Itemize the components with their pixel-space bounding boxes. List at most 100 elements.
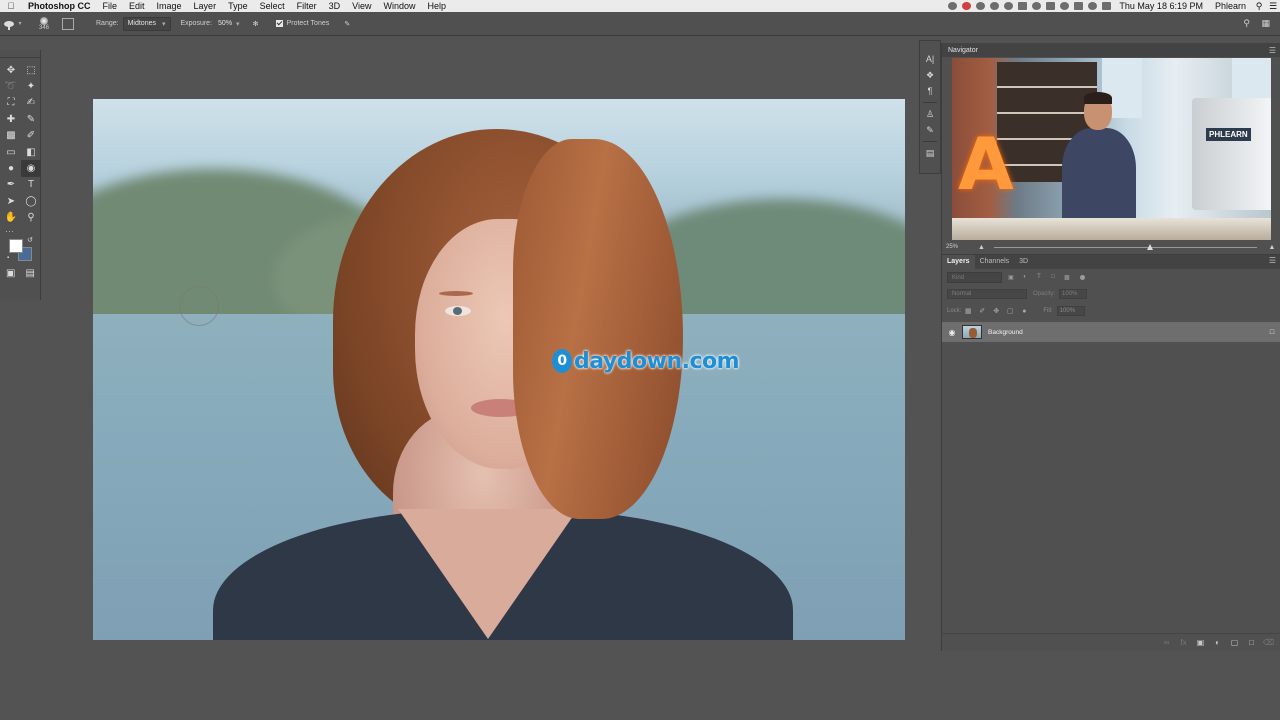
menu-window[interactable]: Window bbox=[377, 0, 421, 12]
lock-pixels-icon[interactable]: ✐ bbox=[975, 307, 989, 315]
add-mask-icon[interactable]: ▣ bbox=[1192, 638, 1209, 647]
brush-tool-icon[interactable]: ✎ bbox=[21, 111, 41, 127]
move-tool-icon[interactable]: ✥ bbox=[1, 62, 21, 78]
exposure-slider-chevron-icon[interactable]: ▾ bbox=[236, 20, 240, 28]
tool-preset-picker[interactable]: ▾ bbox=[0, 15, 26, 33]
time-machine-icon[interactable] bbox=[1031, 2, 1041, 10]
layer-row-background[interactable]: ◉ Background □ bbox=[942, 322, 1280, 342]
magic-wand-tool-icon[interactable]: ✦ bbox=[21, 78, 41, 94]
path-selection-tool-icon[interactable]: ➤ bbox=[1, 193, 21, 209]
type-tool-icon[interactable]: T bbox=[21, 177, 41, 193]
tab-layers[interactable]: Layers bbox=[942, 255, 975, 269]
zoom-slider[interactable] bbox=[994, 243, 1257, 250]
protect-tones-checkbox[interactable] bbox=[275, 20, 283, 27]
lock-all-icon[interactable]: ● bbox=[1017, 308, 1031, 315]
record-icon[interactable] bbox=[947, 2, 957, 10]
lock-position-icon[interactable]: ✥ bbox=[989, 307, 1003, 315]
delete-layer-icon[interactable]: ⌫ bbox=[1260, 638, 1277, 647]
menu-view[interactable]: View bbox=[346, 0, 377, 12]
zoom-slider-handle[interactable] bbox=[1146, 243, 1153, 250]
swap-colors-icon[interactable]: ↺ bbox=[27, 236, 33, 244]
pressure-size-icon[interactable]: ✎ bbox=[339, 20, 355, 28]
pinterest-icon[interactable] bbox=[1003, 2, 1013, 10]
zoom-out-icon[interactable]: ▲ bbox=[978, 244, 988, 251]
creative-cloud-icon[interactable] bbox=[989, 2, 999, 10]
clone-source-panel-icon[interactable]: ♙ bbox=[926, 106, 934, 122]
bluetooth-icon[interactable] bbox=[1045, 2, 1055, 10]
brush-panel-toggle-icon[interactable] bbox=[62, 17, 74, 30]
airbrush-icon[interactable]: ✻ bbox=[248, 20, 264, 28]
menu-image[interactable]: Image bbox=[151, 0, 188, 12]
document-canvas[interactable] bbox=[93, 99, 905, 640]
fill-input[interactable]: 100% bbox=[1056, 306, 1085, 316]
layer-style-icon[interactable]: fx bbox=[1175, 638, 1192, 647]
lock-transparent-icon[interactable]: ▦ bbox=[961, 307, 975, 315]
new-group-icon[interactable]: ▢ bbox=[1226, 638, 1243, 647]
menu-help[interactable]: Help bbox=[421, 0, 452, 12]
brush-settings-panel-icon[interactable]: ✎ bbox=[926, 122, 934, 138]
dropbox-icon[interactable] bbox=[975, 2, 985, 10]
clock[interactable]: Thu May 18 6:19 PM bbox=[1113, 1, 1209, 11]
dodge-tool-icon[interactable]: ◉ bbox=[21, 160, 41, 177]
notification-center-icon[interactable]: ☰ bbox=[1266, 1, 1280, 12]
apple-icon[interactable]:  bbox=[0, 1, 22, 11]
default-colors-icon[interactable]: ▪ bbox=[7, 255, 9, 261]
menu-3d[interactable]: 3D bbox=[323, 0, 347, 12]
hand-tool-icon[interactable]: ✋ bbox=[1, 210, 21, 226]
brush-preset-picker[interactable]: 346 bbox=[26, 14, 62, 34]
user-name[interactable]: Phlearn bbox=[1209, 1, 1252, 11]
type-filter-icon[interactable]: T bbox=[1034, 274, 1044, 280]
foreground-color-swatch[interactable] bbox=[9, 238, 23, 253]
notification-icon[interactable] bbox=[961, 2, 971, 10]
spotlight-search-icon[interactable]: ⚲ bbox=[1252, 1, 1266, 12]
pen-tool-icon[interactable]: ✒ bbox=[1, 177, 21, 193]
pixel-filter-icon[interactable]: ▣ bbox=[1006, 274, 1016, 281]
eraser-tool-icon[interactable]: ▭ bbox=[1, 144, 21, 160]
zoom-tool-icon[interactable]: ⚲ bbox=[21, 210, 41, 226]
adjustment-layer-icon[interactable]: ◐ bbox=[1209, 638, 1226, 647]
screen-mode-icon[interactable]: ▤ bbox=[21, 266, 41, 282]
wifi-icon[interactable] bbox=[1059, 2, 1069, 10]
panel-menu-icon[interactable]: ☰ bbox=[1269, 256, 1276, 265]
new-layer-icon[interactable]: □ bbox=[1243, 638, 1260, 647]
marquee-tool-icon[interactable]: ⬚ bbox=[21, 62, 41, 78]
menu-layer[interactable]: Layer bbox=[188, 0, 223, 12]
layer-lock-icon[interactable]: □ bbox=[1263, 329, 1280, 336]
clone-stamp-tool-icon[interactable]: ▩ bbox=[1, 128, 21, 144]
battery-icon[interactable] bbox=[1101, 2, 1111, 10]
workspace-icon[interactable]: ▦ bbox=[1261, 18, 1270, 29]
search-icon[interactable]: ⚲ bbox=[1243, 18, 1250, 29]
zoom-in-icon[interactable]: ▲ bbox=[1263, 244, 1280, 251]
filter-toggle-icon[interactable] bbox=[1080, 274, 1085, 280]
history-brush-tool-icon[interactable]: ✐ bbox=[21, 128, 41, 144]
menu-file[interactable]: File bbox=[97, 0, 124, 12]
tab-channels[interactable]: Channels bbox=[975, 255, 1015, 269]
tab-3d[interactable]: 3D bbox=[1014, 255, 1033, 269]
layer-thumbnail[interactable] bbox=[962, 325, 982, 339]
eyedropper-tool-icon[interactable]: ✍ bbox=[21, 95, 41, 111]
navigator-title[interactable]: Navigator bbox=[948, 47, 978, 54]
properties-panel-icon[interactable]: ▤ bbox=[926, 145, 935, 161]
blend-mode-select[interactable]: Normal bbox=[947, 289, 1027, 299]
toolbar-grip[interactable] bbox=[0, 50, 40, 58]
glyphs-panel-icon[interactable]: ❖ bbox=[926, 67, 934, 83]
character-panel-icon[interactable]: A| bbox=[926, 51, 934, 67]
crop-tool-icon[interactable]: ⛶ bbox=[1, 95, 21, 111]
menu-type[interactable]: Type bbox=[222, 0, 254, 12]
volume-icon[interactable] bbox=[1087, 2, 1097, 10]
lock-artboard-icon[interactable]: ▢ bbox=[1003, 307, 1017, 315]
zoom-percent[interactable]: 25% bbox=[942, 244, 978, 250]
blur-tool-icon[interactable]: ● bbox=[1, 160, 21, 176]
shape-tool-icon[interactable]: ◯ bbox=[21, 193, 41, 209]
link-layers-icon[interactable]: ∞ bbox=[1158, 638, 1175, 647]
gradient-tool-icon[interactable]: ◧ bbox=[21, 144, 41, 160]
protect-tones-label[interactable]: Protect Tones bbox=[287, 20, 330, 27]
menu-select[interactable]: Select bbox=[254, 0, 291, 12]
healing-brush-tool-icon[interactable]: ✚ bbox=[1, 111, 21, 127]
range-select[interactable]: Midtones ▾ bbox=[122, 16, 171, 31]
navigator-thumbnail[interactable]: A PHLEARN bbox=[952, 58, 1271, 240]
menu-app-name[interactable]: Photoshop CC bbox=[22, 0, 97, 12]
shape-filter-icon[interactable]: □ bbox=[1048, 274, 1058, 280]
quick-mask-icon[interactable]: ▣ bbox=[1, 266, 21, 282]
smart-object-filter-icon[interactable]: ▩ bbox=[1062, 274, 1072, 281]
